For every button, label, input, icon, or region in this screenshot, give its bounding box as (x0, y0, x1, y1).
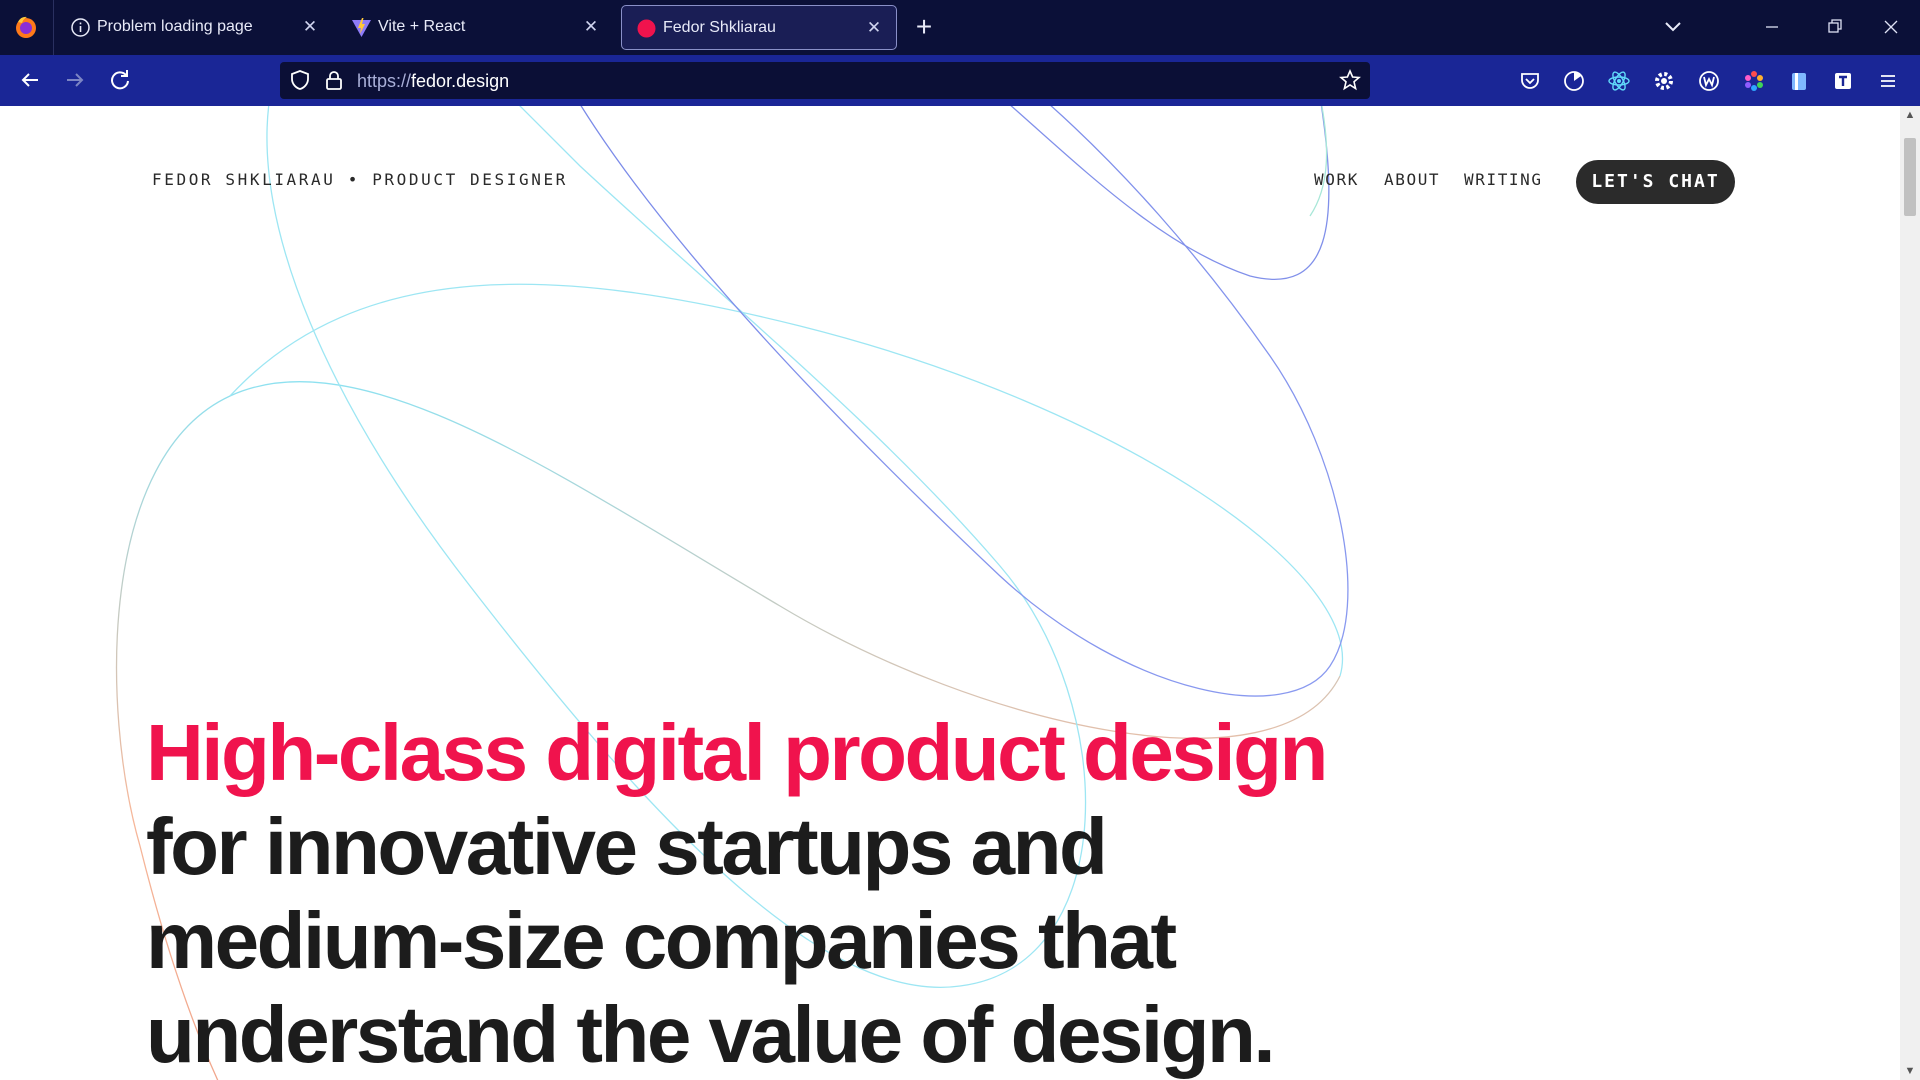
browser-tab-bar: Problem loading page ✕ Vite + React ✕ Fe… (0, 0, 1920, 55)
chevron-down-icon[interactable] (1660, 14, 1686, 40)
nav-about-link[interactable]: ABOUT (1384, 170, 1440, 189)
hero-accent-line: High-class digital product design (146, 708, 1328, 797)
scroll-up-arrow-icon[interactable]: ▲ (1900, 106, 1920, 124)
lock-icon[interactable] (322, 68, 346, 92)
ellipse-blue (580, 106, 1349, 697)
close-tab-icon[interactable]: ✕ (579, 15, 603, 39)
tab-fedor-shkliarau[interactable]: Fedor Shkliarau ✕ (621, 5, 897, 50)
lets-chat-button[interactable]: LET'S CHAT (1576, 160, 1735, 204)
url-host: fedor.design (411, 71, 510, 91)
close-tab-icon[interactable]: ✕ (298, 15, 322, 39)
url-text[interactable]: https://fedor.design (357, 71, 509, 92)
tab-title: Problem loading page (97, 18, 253, 35)
site-brand[interactable]: FEDOR SHKLIARAU • PRODUCT DESIGNER (152, 170, 568, 189)
new-tab-button[interactable]: + (909, 13, 939, 43)
settings-gear-icon[interactable] (1652, 69, 1676, 93)
color-picker-icon[interactable] (1742, 69, 1766, 93)
ellipse-large-left-return (229, 283, 1343, 677)
tab-problem-loading[interactable]: Problem loading page ✕ (56, 5, 332, 50)
vite-logo-icon (352, 18, 371, 37)
pocket-icon[interactable] (1518, 69, 1542, 93)
tab-title: Vite + React (378, 18, 466, 35)
tab-separator (53, 0, 54, 55)
ellipse-top-small-edge (1309, 106, 1328, 217)
forward-arrow-icon[interactable] (60, 65, 90, 95)
hero-headline: High-class digital product design for in… (146, 706, 1346, 1080)
bookmark-t-icon[interactable] (1831, 69, 1855, 93)
page-scrollbar[interactable]: ▲ ▼ (1900, 106, 1920, 1080)
reload-icon[interactable] (105, 65, 135, 95)
shield-icon[interactable] (288, 68, 312, 92)
reader-icon[interactable] (1787, 69, 1811, 93)
hero-line-2: for innovative startups and (146, 802, 1108, 891)
ellipse-top-small (1010, 106, 1330, 281)
scroll-down-arrow-icon[interactable]: ▼ (1900, 1062, 1920, 1080)
back-arrow-icon[interactable] (15, 65, 45, 95)
hero-line-4: understand the value of design. (146, 990, 1276, 1079)
info-icon (71, 18, 90, 37)
hero-line-3: medium-size companies that (146, 896, 1177, 985)
tab-title: Fedor Shkliarau (663, 19, 776, 36)
star-bookmark-icon[interactable] (1338, 68, 1362, 92)
nav-writing-link[interactable]: WRITING (1464, 170, 1543, 189)
react-devtools-icon[interactable] (1607, 69, 1631, 93)
scrollbar-thumb[interactable] (1904, 138, 1916, 216)
minimize-icon[interactable] (1757, 12, 1787, 42)
menu-icon[interactable] (1876, 69, 1900, 93)
close-window-icon[interactable] (1876, 12, 1906, 42)
close-tab-icon[interactable]: ✕ (862, 16, 886, 40)
firefox-logo-icon[interactable] (12, 13, 40, 41)
red-dot-favicon (637, 19, 656, 38)
restore-icon[interactable] (1820, 12, 1850, 42)
wappalyzer-icon[interactable] (1697, 69, 1721, 93)
timer-icon[interactable] (1562, 69, 1586, 93)
web-page: FEDOR SHKLIARAU • PRODUCT DESIGNER WORK … (0, 106, 1900, 1080)
url-scheme: https:// (357, 71, 412, 91)
tab-vite-react[interactable]: Vite + React ✕ (337, 5, 613, 50)
nav-work-link[interactable]: WORK (1314, 170, 1359, 189)
